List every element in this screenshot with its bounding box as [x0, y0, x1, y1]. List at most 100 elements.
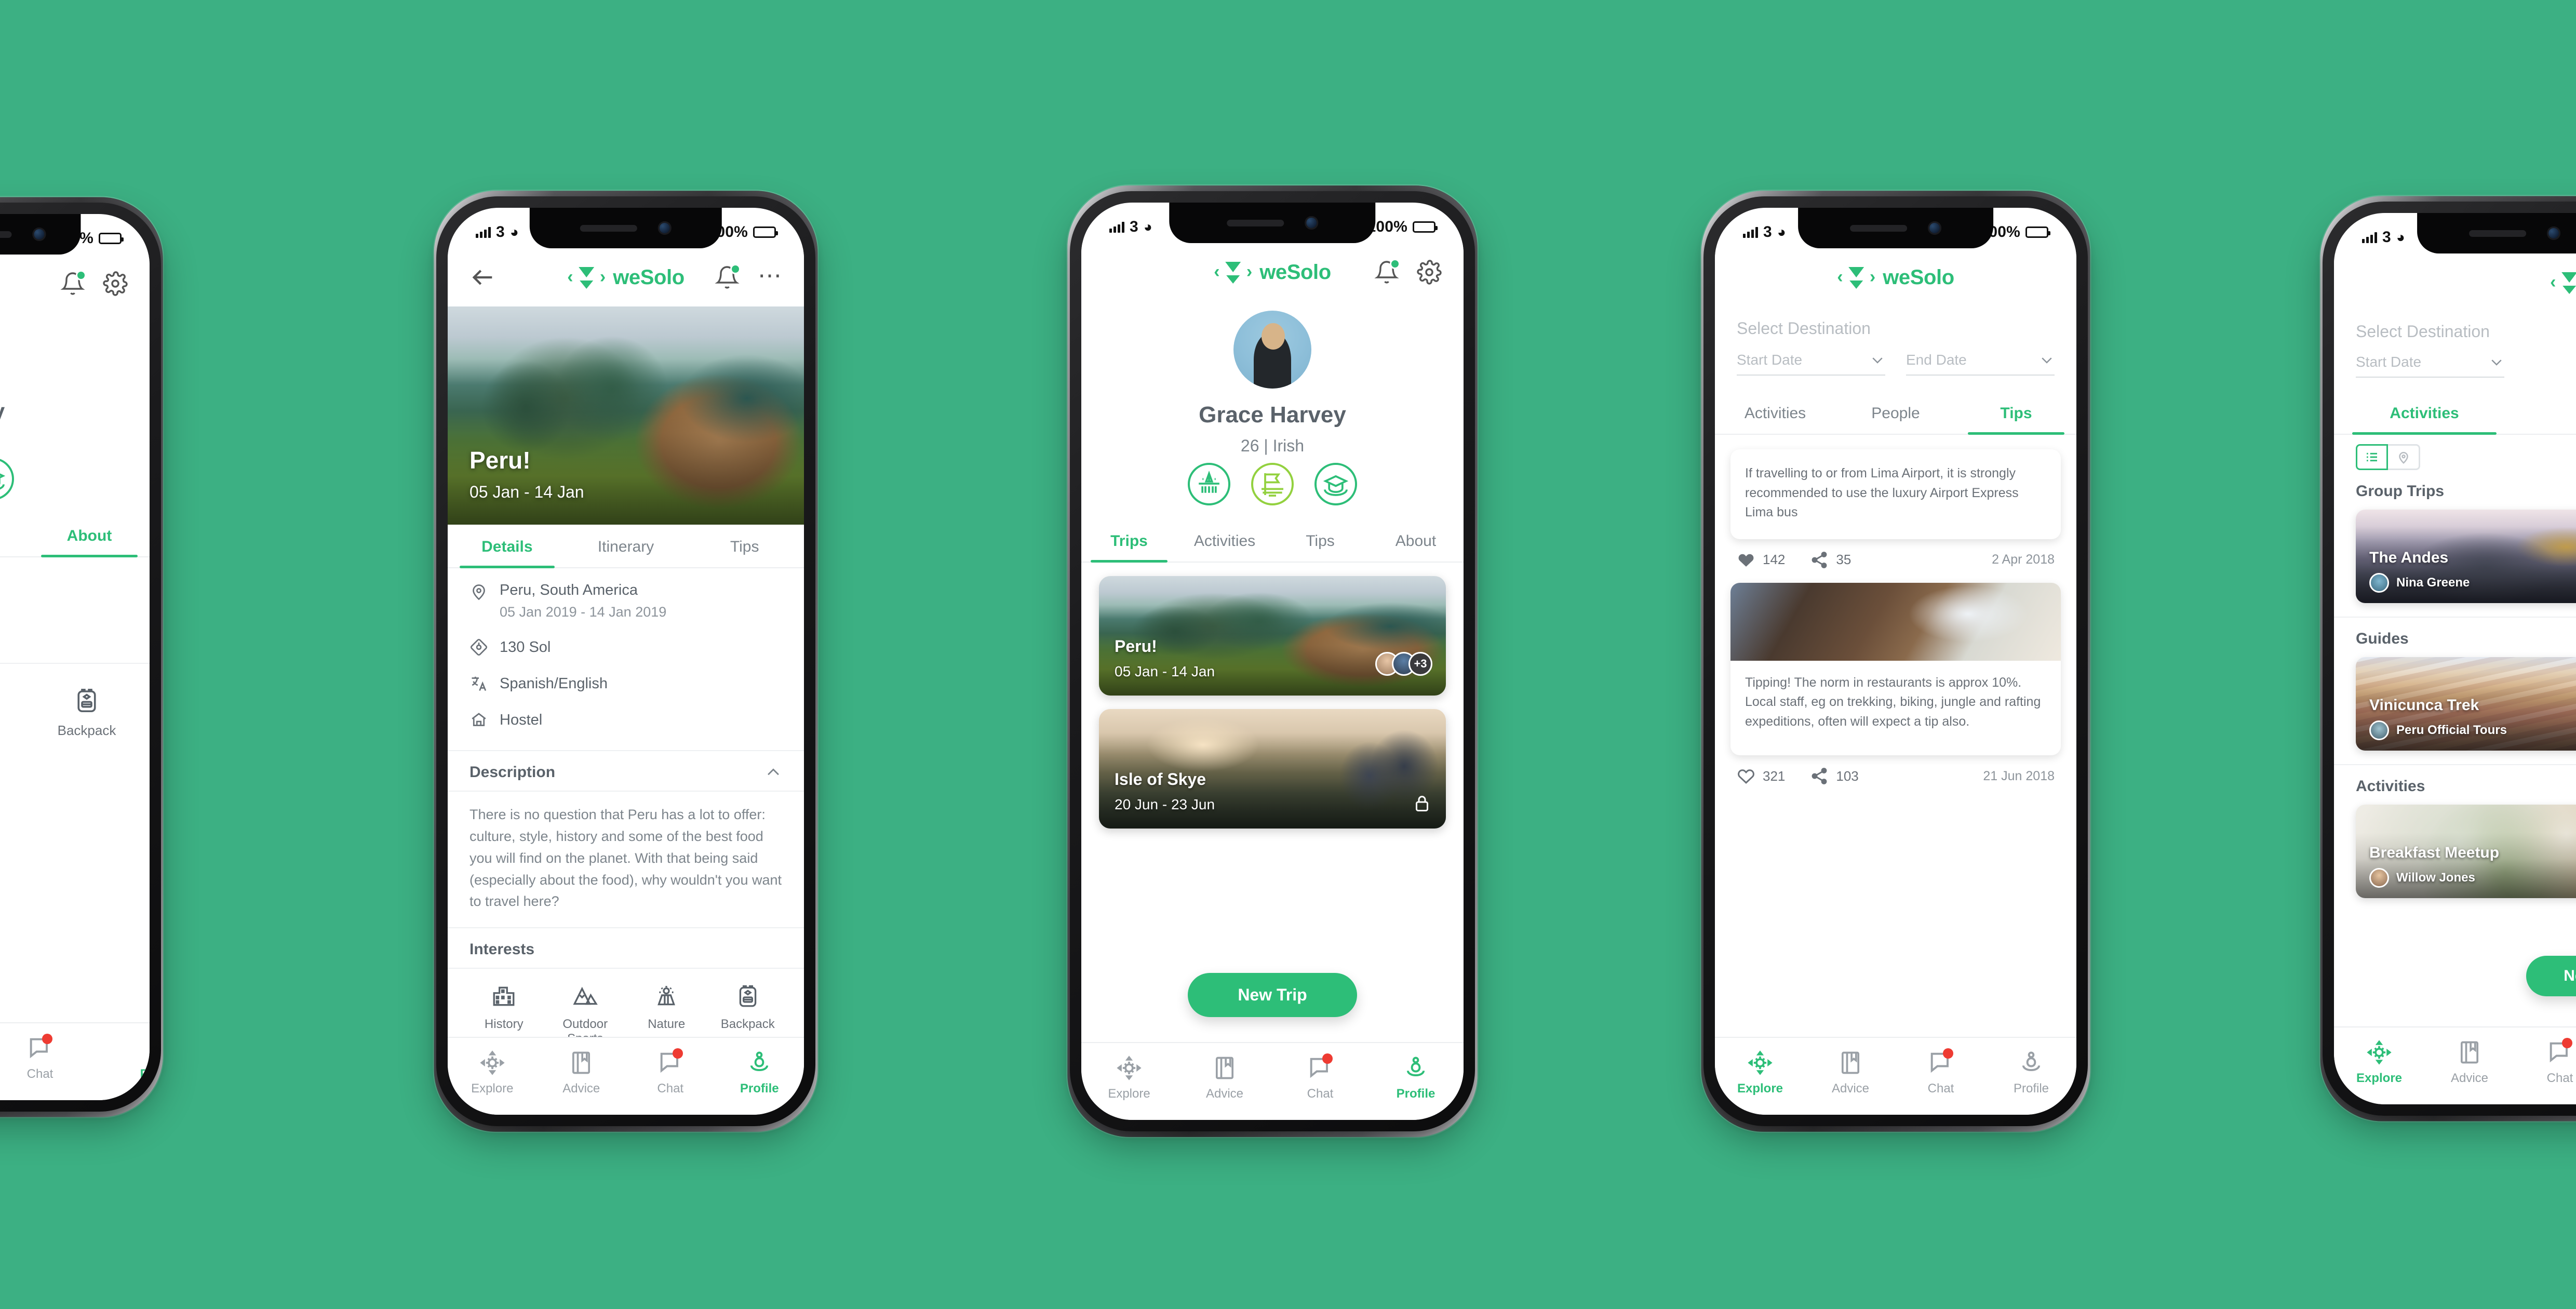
advice-icon [568, 1049, 595, 1076]
nav-profile[interactable]: Profile [1986, 1049, 2076, 1096]
chat-unread-badge [672, 1048, 683, 1059]
notifications-bell-icon[interactable] [60, 270, 86, 296]
tab-tips[interactable]: Tips [1272, 519, 1368, 562]
nav-profile[interactable]: Profile [1368, 1054, 1464, 1101]
explore-card[interactable]: Breakfast Meetup Willow Jones [2356, 805, 2576, 898]
avatar [2369, 720, 2389, 740]
notifications-bell-icon[interactable] [715, 264, 741, 290]
nature-icon [653, 983, 679, 1009]
explore-tabs: Activities People [2334, 391, 2576, 435]
heart-icon[interactable] [1737, 551, 1755, 569]
nav-chat[interactable]: Chat [1272, 1053, 1368, 1101]
phone-5-screen: 3 ◕ ☍ 100% ‹ › weSolo [2334, 213, 2576, 1104]
nav-advice[interactable]: Advice [1177, 1054, 1272, 1101]
tab-tips[interactable]: Tips [685, 525, 804, 567]
share-icon[interactable] [1810, 767, 1829, 785]
share-icon[interactable] [1810, 551, 1829, 569]
start-date-input[interactable]: Start Date [2356, 354, 2421, 370]
more-options-icon[interactable]: ⋯ [757, 263, 782, 290]
bottom-nav: Explore Advice Chat [2334, 1026, 2576, 1104]
nav-advice[interactable]: Advice [2424, 1039, 2515, 1086]
nav-advice[interactable]: Advice [537, 1049, 626, 1096]
chevron-down-icon[interactable] [2489, 354, 2504, 370]
nav-label: Chat [2546, 1071, 2573, 1085]
interest-item[interactable]: Backpack [24, 687, 150, 739]
brand-logo: ‹ › weSolo [1214, 261, 1331, 284]
tip-card[interactable]: Tipping! The norm in restaurants is appr… [1730, 582, 2061, 755]
carrier-label: 3 [2382, 229, 2391, 246]
avatar[interactable] [1233, 311, 1311, 389]
gear-icon[interactable] [1417, 260, 1442, 285]
detail-primary: Hostel [500, 711, 543, 728]
tab-people[interactable]: People [1835, 391, 1956, 434]
interest-item[interactable]: Nature [0, 687, 24, 739]
nav-advice[interactable]: Advice [1805, 1049, 1896, 1096]
nav-explore[interactable]: Explore [2334, 1039, 2424, 1086]
tab-trips[interactable]: Trips [1081, 519, 1177, 563]
bottom-nav: Explore Advice Chat [1081, 1042, 1464, 1120]
list-view-icon[interactable] [2356, 444, 2388, 470]
explore-card[interactable]: The Andes Nina Greene [2356, 510, 2576, 603]
destination-input[interactable]: Select Destination [1737, 312, 2055, 352]
nav-explore[interactable]: Explore [448, 1049, 537, 1096]
tab-tips[interactable]: Tips [0, 514, 29, 556]
notch [2417, 213, 2576, 253]
interest-label: History [484, 1017, 524, 1032]
trip-card-list: Peru! 05 Jan - 14 Jan +3 Isle of Skye 20… [1081, 563, 1464, 829]
chevron-down-icon[interactable] [1870, 352, 1885, 368]
profile-meta: 26 | Irish [1240, 436, 1305, 455]
carrier-label: 3 [496, 223, 505, 241]
nav-explore[interactable]: Explore [1715, 1049, 1805, 1096]
nav-chat[interactable]: Chat [626, 1048, 715, 1096]
end-date-input[interactable]: End Date [1906, 352, 1967, 368]
card-author: Willow Jones [2396, 871, 2475, 885]
chevron-up-icon[interactable] [764, 764, 782, 781]
tab-activities[interactable]: Activities [1715, 391, 1835, 434]
start-date-field[interactable]: Start Date [2356, 354, 2504, 378]
date-range-row: Start Date [2356, 354, 2576, 378]
gear-icon[interactable] [103, 271, 128, 296]
nav-chat[interactable]: Chat [2515, 1038, 2576, 1086]
explore-card[interactable]: Vinicunca Trek Peru Official Tours [2356, 657, 2576, 751]
nav-profile[interactable]: Profile [100, 1035, 150, 1081]
end-date-field[interactable]: End Date [1906, 352, 2055, 376]
tab-activities[interactable]: Activities [2334, 391, 2515, 435]
tab-people[interactable]: People [2515, 391, 2576, 434]
start-date-input[interactable]: Start Date [1737, 352, 1802, 368]
tip-card[interactable]: If travelling to or from Lima Airport, i… [1730, 449, 2061, 539]
trip-dates: 05 Jan - 14 Jan [1115, 663, 1215, 679]
participants-stack[interactable]: +3 [1375, 652, 1432, 676]
destination-input[interactable]: Select Destination [2356, 316, 2576, 354]
brand-logo: ‹ › weSolo [2550, 271, 2576, 295]
nav-explore[interactable]: Explore [1081, 1054, 1177, 1101]
back-arrow-icon[interactable] [469, 264, 497, 291]
nav-chat[interactable]: Chat [1896, 1048, 1986, 1096]
section-heading-guides: Guides [2356, 630, 2409, 647]
tab-itinerary[interactable]: Itinerary [567, 525, 686, 567]
profile-icon [2018, 1049, 2045, 1076]
carrier-label: 3 [1763, 223, 1772, 241]
tab-about[interactable]: About [1368, 519, 1464, 562]
profile-icon [1402, 1054, 1429, 1081]
map-view-icon[interactable] [2388, 444, 2420, 470]
chevron-down-icon[interactable] [2039, 352, 2055, 368]
tab-activities[interactable]: Activities [1177, 519, 1272, 562]
nav-profile[interactable]: Profile [715, 1049, 804, 1096]
view-toggle [2334, 435, 2576, 470]
new-trip-activity-button[interactable]: New Trip/Activity [2526, 956, 2576, 996]
brand-name-label: weSolo [1883, 265, 1954, 289]
trip-card[interactable]: Peru! 05 Jan - 14 Jan +3 [1099, 576, 1446, 696]
tab-details[interactable]: Details [448, 525, 567, 568]
nav-chat[interactable]: Chat [0, 1034, 100, 1081]
notifications-bell-icon[interactable] [1374, 259, 1400, 285]
explorer-badge [1188, 463, 1230, 505]
tip-list: If travelling to or from Lima Airport, i… [1715, 435, 2076, 785]
new-trip-button[interactable]: New Trip [1188, 973, 1357, 1017]
tab-about[interactable]: About [29, 514, 150, 557]
heart-icon[interactable] [1737, 767, 1755, 785]
description-header[interactable]: Description [448, 751, 804, 791]
trip-card[interactable]: Isle of Skye 20 Jun - 23 Jun [1099, 709, 1446, 829]
phone-2-screen: 3 ◕ ☍ 100% ‹ › weSolo [448, 208, 804, 1115]
start-date-field[interactable]: Start Date [1737, 352, 1885, 376]
tab-tips[interactable]: Tips [1956, 391, 2076, 435]
